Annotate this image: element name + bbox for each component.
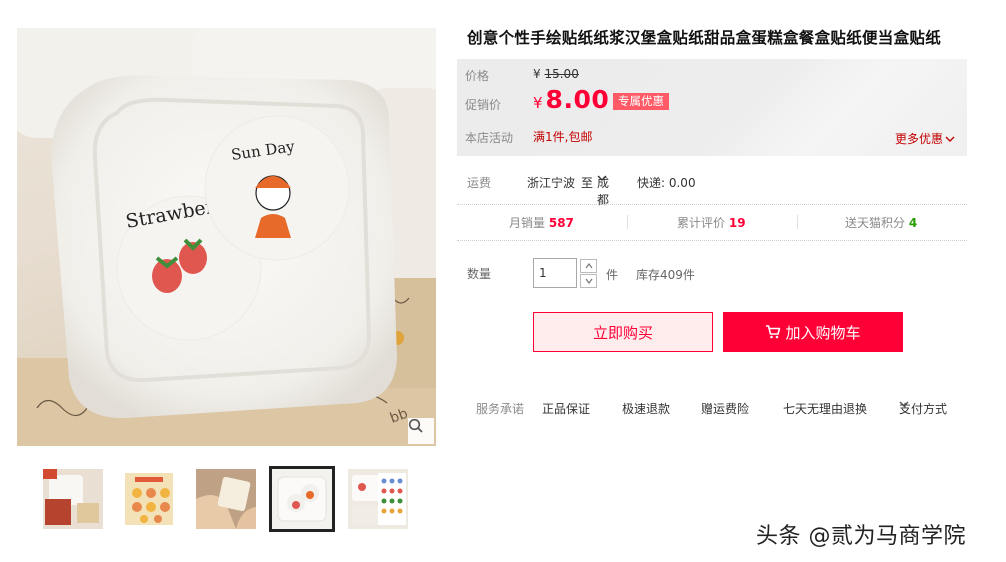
stat-separator — [627, 215, 628, 229]
main-product-image[interactable]: bb Strawberry Sun Day — [17, 28, 436, 446]
buy-now-button[interactable]: 立即购买 — [533, 312, 713, 352]
quantity-decrease-button[interactable] — [580, 274, 597, 288]
more-offers-label: 更多优惠 — [894, 132, 943, 146]
monthly-sales: 月销量 587 — [509, 214, 574, 231]
stat-separator — [797, 215, 798, 229]
promo-price-currency: ¥ — [533, 94, 543, 112]
reviews-value: 19 — [728, 216, 746, 230]
destination-selector[interactable]: 成都 — [597, 174, 609, 207]
service-promises: 服务承诺 正品保证 极速退款 赠运费险 七天无理由退换 支付方式 — [476, 400, 971, 416]
store-activity[interactable]: 满1件,包邮 — [533, 128, 592, 145]
store-activity-label: 本店活动 — [465, 131, 514, 145]
zoom-icon — [408, 418, 423, 433]
promo-price-value: 8.00 — [545, 85, 610, 114]
price-panel: 价格 ¥ 15.00 促销价 ¥8.00 专属优惠 本店活动 满1件,包邮 更多… — [457, 59, 967, 156]
quantity-unit: 件 — [606, 268, 619, 282]
stepper-down-icon — [585, 278, 592, 284]
chevron-down-icon — [945, 136, 955, 142]
promo-price: ¥8.00 — [533, 85, 609, 114]
quantity-input[interactable] — [533, 258, 577, 288]
thumbnail-5[interactable] — [345, 466, 411, 532]
shipping-to: 至 — [581, 176, 594, 190]
payment-methods-label: 支付方式 — [899, 402, 948, 416]
shipping-label: 运费 — [467, 176, 492, 190]
promo-price-label: 促销价 — [465, 98, 502, 112]
thumbnail-3[interactable] — [193, 466, 259, 532]
quantity-label: 数量 — [467, 267, 492, 281]
exclusive-offer-badge: 专属优惠 — [613, 93, 669, 110]
divider — [457, 240, 967, 241]
points-value: 4 — [908, 216, 918, 230]
more-offers-link[interactable]: 更多优惠 — [895, 130, 955, 147]
thumbnail-1[interactable] — [40, 466, 106, 532]
monthly-sales-label: 月销量 — [509, 216, 546, 230]
monthly-sales-value: 587 — [548, 216, 574, 230]
service-label: 服务承诺 — [476, 402, 525, 416]
shipping-method: 快递: 0.00 — [637, 176, 696, 190]
thumbnail-2[interactable] — [116, 466, 182, 532]
zoom-button[interactable] — [408, 418, 434, 444]
add-to-cart-label: 加入购物车 — [785, 323, 861, 342]
original-price-value: 15.00 — [544, 67, 579, 81]
original-price-label: 价格 — [465, 69, 490, 83]
thumbnail-list — [40, 466, 420, 534]
sales-stats: 月销量 587 累计评价 19 送天猫积分 4 — [457, 212, 967, 234]
stock-count: 库存409件 — [636, 268, 695, 282]
product-photo: bb Strawberry Sun Day — [17, 28, 436, 446]
cart-icon — [766, 325, 781, 339]
tmall-points: 送天猫积分 4 — [845, 214, 917, 231]
service-item[interactable]: 赠运费险 — [701, 400, 749, 417]
stepper-up-icon — [585, 263, 592, 269]
product-title: 创意个性手绘贴纸纸浆汉堡盒贴纸甜品盒蛋糕盒餐盒贴纸便当盒贴纸 — [467, 29, 942, 47]
points-label: 送天猫积分 — [845, 216, 906, 230]
thumbnail-4-selected[interactable] — [269, 466, 335, 532]
reviews-label: 累计评价 — [677, 216, 726, 230]
watermark: 头条 @贰为马商学院 — [756, 524, 966, 549]
original-price-currency: ¥ — [533, 67, 541, 81]
quantity-increase-button[interactable] — [580, 259, 597, 273]
original-price: ¥ 15.00 — [533, 67, 579, 81]
service-item[interactable]: 七天无理由退换 — [783, 400, 867, 417]
reviews[interactable]: 累计评价 19 — [677, 214, 746, 231]
shipping-origin: 浙江宁波 — [527, 176, 576, 190]
shipping-row: 运费 浙江宁波 至 成都 快递: 0.00 — [467, 174, 967, 207]
service-item[interactable]: 正品保证 — [542, 400, 590, 417]
payment-methods-dropdown[interactable]: 支付方式 — [899, 400, 947, 416]
divider — [457, 204, 967, 205]
add-to-cart-button[interactable]: 加入购物车 — [723, 312, 903, 352]
service-item[interactable]: 极速退款 — [622, 400, 670, 417]
shipping-destination: 成都 — [597, 176, 610, 207]
